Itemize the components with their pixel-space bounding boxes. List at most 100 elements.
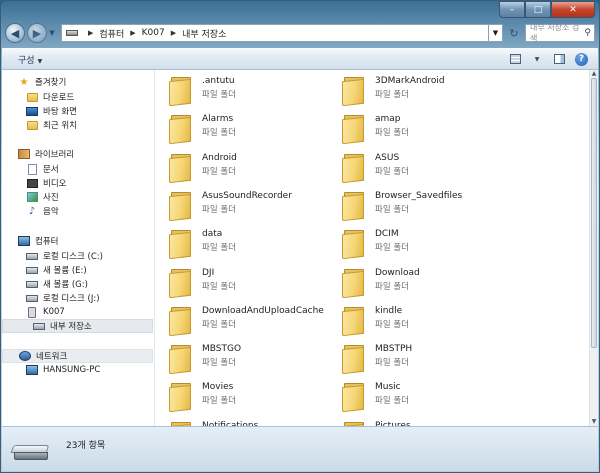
preview-pane-button[interactable] <box>553 53 565 65</box>
folder-item[interactable]: Android 파일 폴더 <box>169 151 339 185</box>
sidebar-libraries-header[interactable]: 라이브러리 <box>18 147 74 161</box>
breadcrumb-separator-icon[interactable]: ▶ <box>130 29 135 37</box>
folder-name: MBSTGO <box>202 344 242 355</box>
sidebar-item-desktop[interactable]: 바탕 화면 <box>26 104 77 118</box>
chevron-down-icon: ▼ <box>37 57 43 65</box>
folder-item[interactable]: Pictures파일 폴더 <box>342 419 512 426</box>
sidebar-item-recent-places[interactable]: 최근 위치 <box>26 118 77 132</box>
sidebar-item-local-disk-c[interactable]: 로컬 디스크 (C:) <box>26 249 103 263</box>
folder-name: Download <box>375 267 420 278</box>
folder-type: 파일 폴더 <box>375 358 409 369</box>
view-options-dropdown[interactable]: ▼ <box>531 53 543 65</box>
item-count: 23개 항목 <box>66 441 106 451</box>
forward-button[interactable]: ▶ <box>27 23 47 43</box>
sidebar-item-music[interactable]: ♪ 음악 <box>26 204 59 218</box>
hard-drive-icon <box>26 266 38 274</box>
folder-item[interactable]: DCIM 파일 폴더 <box>342 227 512 261</box>
command-toolbar: 구성 ▼ ▼ ? <box>2 48 598 70</box>
folder-icon <box>169 113 193 145</box>
folder-item[interactable]: .antutu 파일 폴더 <box>169 74 339 108</box>
star-icon: ★ <box>19 76 29 88</box>
back-button[interactable]: ◀ <box>5 23 25 43</box>
sidebar-item-downloads[interactable]: 다운로드 <box>26 90 74 104</box>
folder-item[interactable]: DownloadAndUploadCache 파일 폴더 <box>169 304 339 338</box>
folder-item[interactable]: ASUS 파일 폴더 <box>342 151 512 185</box>
folder-item[interactable]: 3DMarkAndroid 파일 폴더 <box>342 74 512 108</box>
folder-item[interactable]: DJI 파일 폴더 <box>169 266 339 300</box>
folder-type: 파일 폴더 <box>375 243 409 254</box>
sidebar-item-videos[interactable]: 비디오 <box>26 176 66 190</box>
refresh-button[interactable]: ↻ <box>503 24 525 42</box>
folder-name: Music <box>375 382 401 393</box>
breadcrumb-computer[interactable]: 컴퓨터 <box>99 27 124 40</box>
sidebar-computer-header[interactable]: 컴퓨터 <box>18 234 58 248</box>
folder-item[interactable]: MBSTGO 파일 폴더 <box>169 342 339 376</box>
navigation-pane[interactable]: ★ 즐겨찾기 다운로드 바탕 화면 최근 위치 라이브러리 문서 비디오 사진 … <box>2 70 155 426</box>
folder-name: Android <box>202 152 237 163</box>
address-bar[interactable]: ▶ 컴퓨터 ▶ K007 ▶ 내부 저장소 <box>61 24 489 42</box>
network-icon <box>19 351 31 361</box>
file-list[interactable]: .antutu 파일 폴더 Alarms 파일 폴더 Android 파일 폴더 AsusS… <box>155 70 598 426</box>
network-computer-icon <box>26 365 38 375</box>
scroll-up-icon[interactable]: ▲ <box>590 70 598 78</box>
folder-icon <box>169 75 193 107</box>
folder-name: Movies <box>202 382 234 393</box>
main-area: ★ 즐겨찾기 다운로드 바탕 화면 최근 위치 라이브러리 문서 비디오 사진 … <box>2 70 598 426</box>
change-view-button[interactable] <box>509 53 521 65</box>
folder-name: data <box>202 229 223 240</box>
address-dropdown-button[interactable]: ▼ <box>489 24 503 42</box>
sidebar-item-local-disk-j[interactable]: 로컬 디스크 (J:) <box>26 291 100 305</box>
folder-item[interactable]: Download 파일 폴더 <box>342 266 512 300</box>
breadcrumb-internal-storage[interactable]: 내부 저장소 <box>182 27 226 40</box>
breadcrumb-k007[interactable]: K007 <box>142 28 165 38</box>
folder-type: 파일 폴더 <box>375 396 409 407</box>
scroll-down-icon[interactable]: ▼ <box>590 418 598 426</box>
scroll-thumb[interactable] <box>591 78 597 348</box>
maximize-button[interactable]: □ <box>525 1 551 18</box>
help-button[interactable]: ? <box>575 52 588 66</box>
folder-type: 파일 폴더 <box>375 281 409 292</box>
vertical-scrollbar[interactable]: ▲ ▼ <box>589 70 598 426</box>
search-input[interactable]: 내부 저장소 검색 ⚲ <box>525 23 595 43</box>
sidebar-item-pictures[interactable]: 사진 <box>26 190 59 204</box>
folder-item[interactable]: Browser_Savedfiles 파일 폴더 <box>342 189 512 223</box>
sidebar-network-header[interactable]: 네트워크 <box>2 349 153 363</box>
folder-type: 파일 폴더 <box>202 396 236 407</box>
folder-item[interactable]: amap 파일 폴더 <box>342 112 512 146</box>
view-details-icon <box>509 54 521 64</box>
folder-item[interactable]: MBSTPH 파일 폴더 <box>342 342 512 376</box>
folder-item[interactable]: Movies 파일 폴더 <box>169 380 339 414</box>
folder-icon <box>342 305 366 336</box>
close-button[interactable]: ✕ <box>551 1 595 18</box>
folder-type: 파일 폴더 <box>202 358 236 369</box>
folder-icon <box>342 343 366 375</box>
sidebar-item-volume-g[interactable]: 새 볼륨 (G:) <box>26 277 88 291</box>
organize-button[interactable]: 구성 ▼ <box>18 53 42 66</box>
folder-name: DJI <box>202 267 215 278</box>
breadcrumb-separator-icon[interactable]: ▶ <box>171 29 176 37</box>
folder-name: MBSTPH <box>375 344 413 355</box>
folder-item[interactable]: AsusSoundRecorder 파일 폴더 <box>169 189 339 223</box>
sidebar-item-k007[interactable]: K007 <box>26 305 65 319</box>
sidebar-item-hansung-pc[interactable]: HANSUNG-PC <box>26 363 100 377</box>
folder-item[interactable]: Music 파일 폴더 <box>342 380 512 414</box>
folder-type: 파일 폴더 <box>202 319 236 330</box>
folder-item[interactable]: Alarms 파일 폴더 <box>169 112 339 146</box>
sidebar-item-documents[interactable]: 문서 <box>26 162 59 176</box>
minimize-button[interactable]: – <box>499 1 525 18</box>
organize-label: 구성 <box>18 55 35 66</box>
sidebar-item-internal-storage[interactable]: 내부 저장소 <box>2 319 153 333</box>
folder-type: 파일 폴더 <box>202 128 236 139</box>
sidebar-favorites-header[interactable]: ★ 즐겨찾기 <box>18 75 67 89</box>
search-placeholder: 내부 저장소 검색 <box>530 23 580 43</box>
recent-pages-dropdown[interactable]: ▼ <box>47 29 57 37</box>
breadcrumb-separator-icon[interactable]: ▶ <box>88 29 93 37</box>
hard-drive-icon <box>26 294 38 302</box>
folder-name: DCIM <box>375 229 399 240</box>
folder-item[interactable]: data 파일 폴더 <box>169 227 339 261</box>
folder-icon <box>342 228 366 260</box>
folder-item[interactable]: Notifications파일 폴더 <box>169 419 339 426</box>
folder-icon <box>169 267 193 298</box>
folder-item[interactable]: kindle 파일 폴더 <box>342 304 512 338</box>
sidebar-item-volume-e[interactable]: 새 볼륨 (E:) <box>26 263 87 277</box>
